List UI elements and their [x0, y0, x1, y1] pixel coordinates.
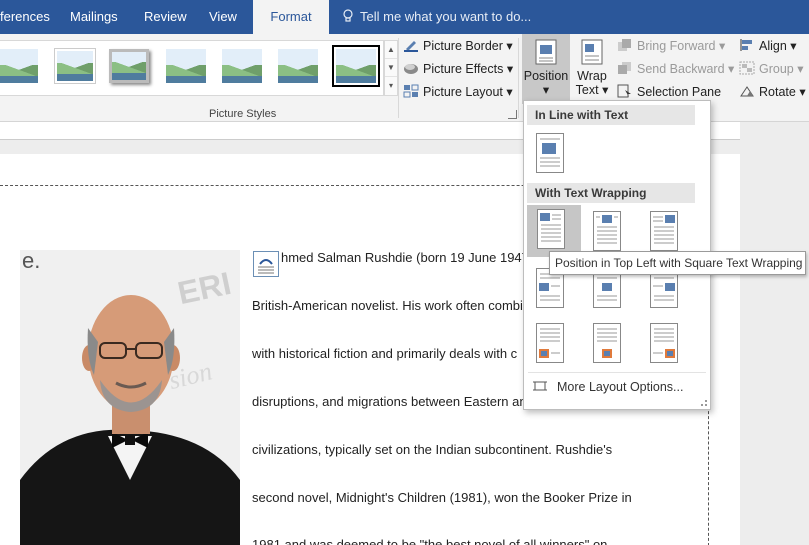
- position-label: Position: [523, 69, 569, 83]
- position-button[interactable]: Position ▾: [522, 34, 570, 104]
- position-in-line[interactable]: [530, 129, 570, 179]
- picture-styles-gallery: [0, 40, 384, 96]
- position-top-left[interactable]: [527, 205, 581, 257]
- document-picture[interactable]: e. ERI sion: [20, 250, 240, 545]
- picture-style-1[interactable]: [0, 49, 38, 83]
- picture-style-6[interactable]: [278, 49, 318, 83]
- position-bottom-right-icon: [650, 323, 678, 363]
- in-line-header: In Line with Text: [527, 105, 695, 125]
- tab-references[interactable]: ferences: [0, 0, 50, 34]
- doc-line-4: disruptions, and migrations between East…: [252, 394, 527, 409]
- tooltip: Position in Top Left with Square Text Wr…: [549, 251, 806, 275]
- picture-style-3[interactable]: [109, 49, 149, 83]
- doc-line-3: with historical fiction and primarily de…: [252, 346, 518, 361]
- rotate-label: Rotate: [759, 85, 796, 99]
- picture-effects-label: Picture Effects: [423, 62, 504, 76]
- picture-effects-button[interactable]: Picture Effects ▾: [403, 59, 513, 79]
- picture-style-4[interactable]: [166, 49, 206, 83]
- more-layout-options[interactable]: More Layout Options...: [533, 378, 683, 396]
- more-layout-label: More Layout Options...: [557, 380, 684, 394]
- position-top-center-icon: [593, 211, 621, 251]
- wrap-text-icon: [581, 39, 603, 65]
- lightbulb-icon: [343, 9, 353, 22]
- bring-forward-button[interactable]: Bring Forward ▾: [617, 36, 725, 56]
- picture-layout-button[interactable]: Picture Layout ▾: [403, 82, 513, 102]
- doc-line-6: second novel, Midnight's Children (1981)…: [252, 490, 632, 505]
- gallery-down-icon[interactable]: ▼: [385, 59, 397, 77]
- position-bottom-right[interactable]: [644, 319, 684, 369]
- bring-forward-icon: [618, 39, 631, 51]
- position-bottom-center-icon: [593, 323, 621, 363]
- position-bottom-center[interactable]: [587, 319, 627, 369]
- rotate-button[interactable]: Rotate ▾: [739, 82, 806, 102]
- tab-format[interactable]: Format: [253, 0, 329, 34]
- send-backward-icon: [618, 62, 631, 74]
- group-label: Group: [759, 62, 794, 76]
- layout-options-icon: [533, 381, 547, 391]
- bring-forward-label: Bring Forward: [637, 39, 716, 53]
- ribbon-tab-bar: ferences Mailings Review View Format Tel…: [0, 0, 809, 34]
- align-label: Align: [759, 39, 787, 53]
- text-wrapping-header: With Text Wrapping: [527, 183, 695, 203]
- gallery-scroll[interactable]: ▲ ▼ ▾: [384, 40, 398, 96]
- doc-line-5: civilizations, typically set on the Indi…: [252, 442, 613, 457]
- position-bottom-left[interactable]: [530, 319, 570, 369]
- position-top-right-icon: [650, 211, 678, 251]
- vertical-scroll-area: [740, 122, 809, 545]
- wrap-text-button[interactable]: Wrap Text ▾: [574, 34, 610, 104]
- picture-effects-icon: [404, 64, 418, 74]
- position-top-center[interactable]: [587, 207, 627, 257]
- menu-divider: [528, 372, 706, 373]
- portrait-image: e. ERI sion: [20, 250, 240, 545]
- gallery-up-icon[interactable]: ▲: [385, 41, 397, 59]
- picture-layout-label: Picture Layout: [423, 85, 503, 99]
- resize-grip-icon[interactable]: [701, 400, 707, 406]
- ribbon-separator: [518, 38, 519, 118]
- selection-pane-icon: [617, 84, 631, 98]
- gallery-more-icon[interactable]: ▾: [385, 77, 397, 95]
- send-backward-label: Send Backward: [637, 62, 725, 76]
- margin-guide: [708, 406, 709, 545]
- tell-me-search[interactable]: Tell me what you want to do...: [342, 0, 531, 34]
- tab-mailings[interactable]: Mailings: [70, 0, 118, 34]
- selection-pane-button[interactable]: Selection Pane: [617, 82, 721, 102]
- layout-options-icon[interactable]: [253, 251, 279, 277]
- wrap-text-label-2: Text: [575, 83, 599, 97]
- position-top-right[interactable]: [644, 207, 684, 257]
- ribbon-separator: [398, 38, 399, 118]
- picture-style-5[interactable]: [222, 49, 262, 83]
- send-backward-button[interactable]: Send Backward ▾: [617, 59, 734, 79]
- tab-view[interactable]: View: [209, 0, 237, 34]
- rotate-icon: [740, 86, 754, 97]
- position-icon: [535, 39, 557, 65]
- tab-review[interactable]: Review: [144, 0, 187, 34]
- group-icon: [739, 61, 755, 75]
- in-line-icon: [536, 133, 564, 173]
- align-icon: [740, 39, 752, 51]
- tell-me-label: Tell me what you want to do...: [360, 9, 532, 24]
- photo-caption-fragment: e.: [22, 250, 40, 273]
- doc-line-2: British-American novelist. His work ofte…: [252, 298, 523, 313]
- picture-style-2[interactable]: [54, 48, 96, 84]
- picture-styles-group-label: Picture Styles: [209, 108, 277, 120]
- selection-pane-label: Selection Pane: [637, 85, 722, 99]
- position-bottom-left-icon: [536, 323, 564, 363]
- picture-layout-icon: [403, 84, 419, 98]
- dialog-launcher-icon[interactable]: [508, 110, 517, 119]
- doc-line-7: 1981 and was deemed to be "the best nove…: [252, 537, 608, 545]
- position-top-left-icon: [537, 209, 565, 249]
- align-button[interactable]: Align ▾: [739, 36, 797, 56]
- picture-style-7[interactable]: [332, 45, 380, 87]
- wrap-text-label-1: Wrap: [577, 69, 607, 83]
- doc-line-1: hmed Salman Rushdie (born 19 June 1947: [281, 250, 529, 265]
- picture-border-label: Picture Border: [423, 39, 503, 53]
- picture-border-icon: [404, 41, 418, 52]
- picture-border-button[interactable]: Picture Border ▾: [403, 36, 513, 56]
- group-button[interactable]: Group ▾: [739, 59, 804, 79]
